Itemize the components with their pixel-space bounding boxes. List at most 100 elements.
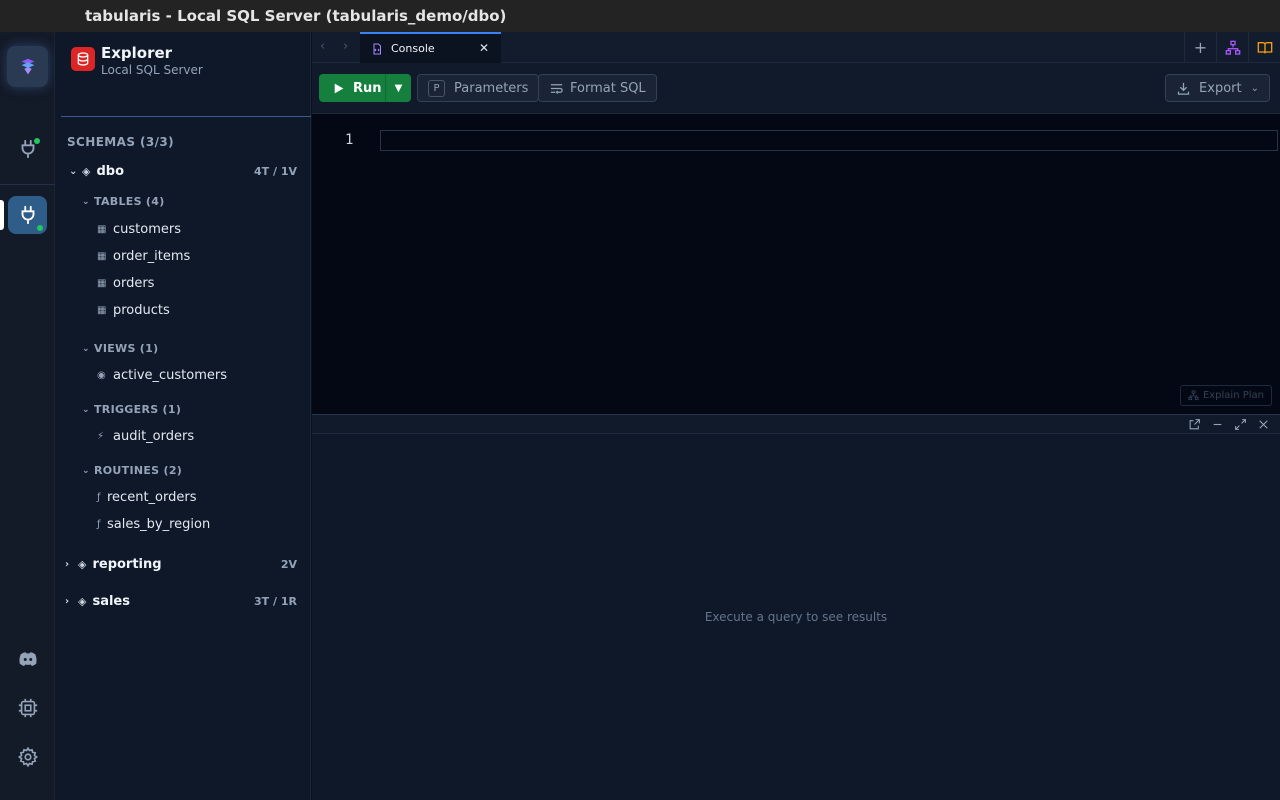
item-label: active_customers [113, 368, 228, 383]
close-icon[interactable]: ✕ [479, 41, 489, 55]
discord-icon[interactable] [8, 640, 47, 678]
table-icon: ▦ [97, 305, 107, 316]
chevron-down-icon: ⌄ [82, 465, 90, 476]
active-marker [0, 200, 4, 230]
file-code-icon [373, 43, 381, 54]
current-line[interactable] [380, 130, 1278, 151]
minimize-icon[interactable] [1210, 417, 1224, 431]
schema-icon: ◈ [78, 595, 87, 608]
connection-name: Local SQL Server [101, 63, 203, 77]
chevron-right-icon[interactable]: › [343, 39, 348, 54]
format-sql-button[interactable]: Format SQL [538, 74, 657, 102]
schema-icon: ◈ [82, 165, 91, 178]
table-icon: ▦ [97, 224, 107, 235]
view-icon: ◉ [97, 370, 106, 381]
table-item[interactable]: ▦ orders [97, 276, 154, 291]
item-label: recent_orders [107, 490, 197, 505]
function-icon: ƒ [97, 519, 101, 530]
run-main[interactable]: Run [319, 74, 385, 102]
book-icon[interactable] [1248, 32, 1280, 63]
schema-name: reporting [92, 557, 162, 572]
schema-count: 2V [280, 558, 297, 571]
export-label: Export [1199, 80, 1242, 96]
download-icon [1177, 82, 1190, 95]
schema-count: 3T / 1R [254, 595, 297, 608]
group-label: TRIGGERS (1) [94, 403, 182, 416]
query-toolbar: Run ▼ P Parameters Format SQL Export ⌄ [312, 63, 1280, 114]
explorer-title: Explorer [101, 44, 173, 62]
active-connection-icon[interactable] [8, 196, 47, 234]
table-item[interactable]: ▦ customers [97, 222, 181, 237]
chevron-down-icon: ⌄ [69, 166, 78, 177]
schema-sales[interactable]: › ◈ sales 3T / 1R [65, 594, 309, 609]
chevron-right-icon: › [65, 559, 70, 570]
maximize-icon[interactable] [1233, 417, 1247, 431]
item-label: orders [113, 276, 155, 291]
sidebar-divider [61, 116, 311, 117]
chevron-down-icon: ⌄ [82, 404, 90, 415]
item-label: customers [113, 222, 181, 237]
connections-icon[interactable] [8, 130, 47, 168]
export-button[interactable]: Export ⌄ [1165, 74, 1270, 102]
schema-diagram-icon[interactable] [1216, 32, 1248, 63]
schema-name: sales [92, 594, 130, 609]
table-icon: ▦ [97, 278, 107, 289]
app-logo-icon[interactable] [7, 46, 48, 87]
group-views[interactable]: ⌄ VIEWS (1) [82, 342, 158, 355]
schema-dbo[interactable]: ⌄ ◈ dbo 4T / 1V [69, 164, 309, 179]
status-dot [37, 225, 43, 231]
tab-label: Console [391, 42, 435, 55]
new-tab-icon[interactable]: + [1184, 32, 1216, 63]
schema-name: dbo [96, 164, 125, 179]
chevron-right-icon: › [65, 596, 70, 607]
status-dot [34, 138, 40, 144]
group-label: VIEWS (1) [94, 342, 159, 355]
explain-plan-button[interactable]: Explain Plan [1179, 385, 1272, 406]
window-title: tabularis - Local SQL Server (tabularis_… [0, 0, 1280, 32]
parameters-label: Parameters [454, 80, 529, 96]
item-label: sales_by_region [107, 517, 211, 532]
chevron-down-icon[interactable]: ▼ [385, 74, 411, 102]
explorer-panel: Explorer Local SQL Server SCHEMAS (3/3) … [55, 32, 311, 800]
rail-divider [0, 184, 55, 185]
wrap-text-icon [550, 83, 563, 94]
schemas-header: SCHEMAS (3/3) [67, 135, 174, 149]
group-routines[interactable]: ⌄ ROUTINES (2) [82, 464, 182, 477]
format-label: Format SQL [570, 80, 646, 96]
run-button[interactable]: Run ▼ [319, 74, 411, 102]
trigger-item[interactable]: ⚡ audit_orders [97, 429, 194, 444]
item-label: audit_orders [113, 429, 195, 444]
line-number: 1 [345, 132, 354, 148]
item-label: order_items [113, 249, 191, 264]
group-tables[interactable]: ⌄ TABLES (4) [82, 195, 165, 208]
chevron-down-icon: ⌄ [82, 343, 90, 354]
settings-icon[interactable] [8, 738, 47, 776]
schema-reporting[interactable]: › ◈ reporting 2V [65, 557, 309, 572]
view-item[interactable]: ◉ active_customers [97, 368, 227, 383]
group-triggers[interactable]: ⌄ TRIGGERS (1) [82, 403, 181, 416]
open-external-icon[interactable] [1187, 417, 1201, 431]
group-label: ROUTINES (2) [94, 464, 183, 477]
explain-label: Explain Plan [1202, 390, 1264, 401]
empty-results-message: Execute a query to see results [704, 610, 888, 624]
item-label: products [113, 303, 170, 318]
chevron-left-icon[interactable]: ‹ [320, 39, 325, 54]
activity-rail [0, 32, 55, 800]
sql-editor[interactable]: 1 Explain Plan [312, 114, 1280, 414]
database-icon [71, 47, 95, 71]
routine-item[interactable]: ƒ sales_by_region [97, 517, 210, 532]
hierarchy-icon [1188, 390, 1199, 401]
parameters-button[interactable]: P Parameters [417, 74, 540, 102]
table-item[interactable]: ▦ products [97, 303, 170, 318]
close-icon[interactable] [1256, 417, 1270, 431]
results-panel: Execute a query to see results [312, 434, 1280, 800]
table-icon: ▦ [97, 251, 107, 262]
schema-count: 4T / 1V [253, 165, 297, 178]
play-icon [334, 83, 344, 93]
routine-item[interactable]: ƒ recent_orders [97, 490, 196, 505]
parameters-key: P [428, 79, 445, 97]
tab-console[interactable]: Console ✕ [360, 32, 501, 63]
schema-icon: ◈ [78, 558, 87, 571]
table-item[interactable]: ▦ order_items [97, 249, 190, 264]
cpu-icon[interactable] [8, 689, 47, 727]
